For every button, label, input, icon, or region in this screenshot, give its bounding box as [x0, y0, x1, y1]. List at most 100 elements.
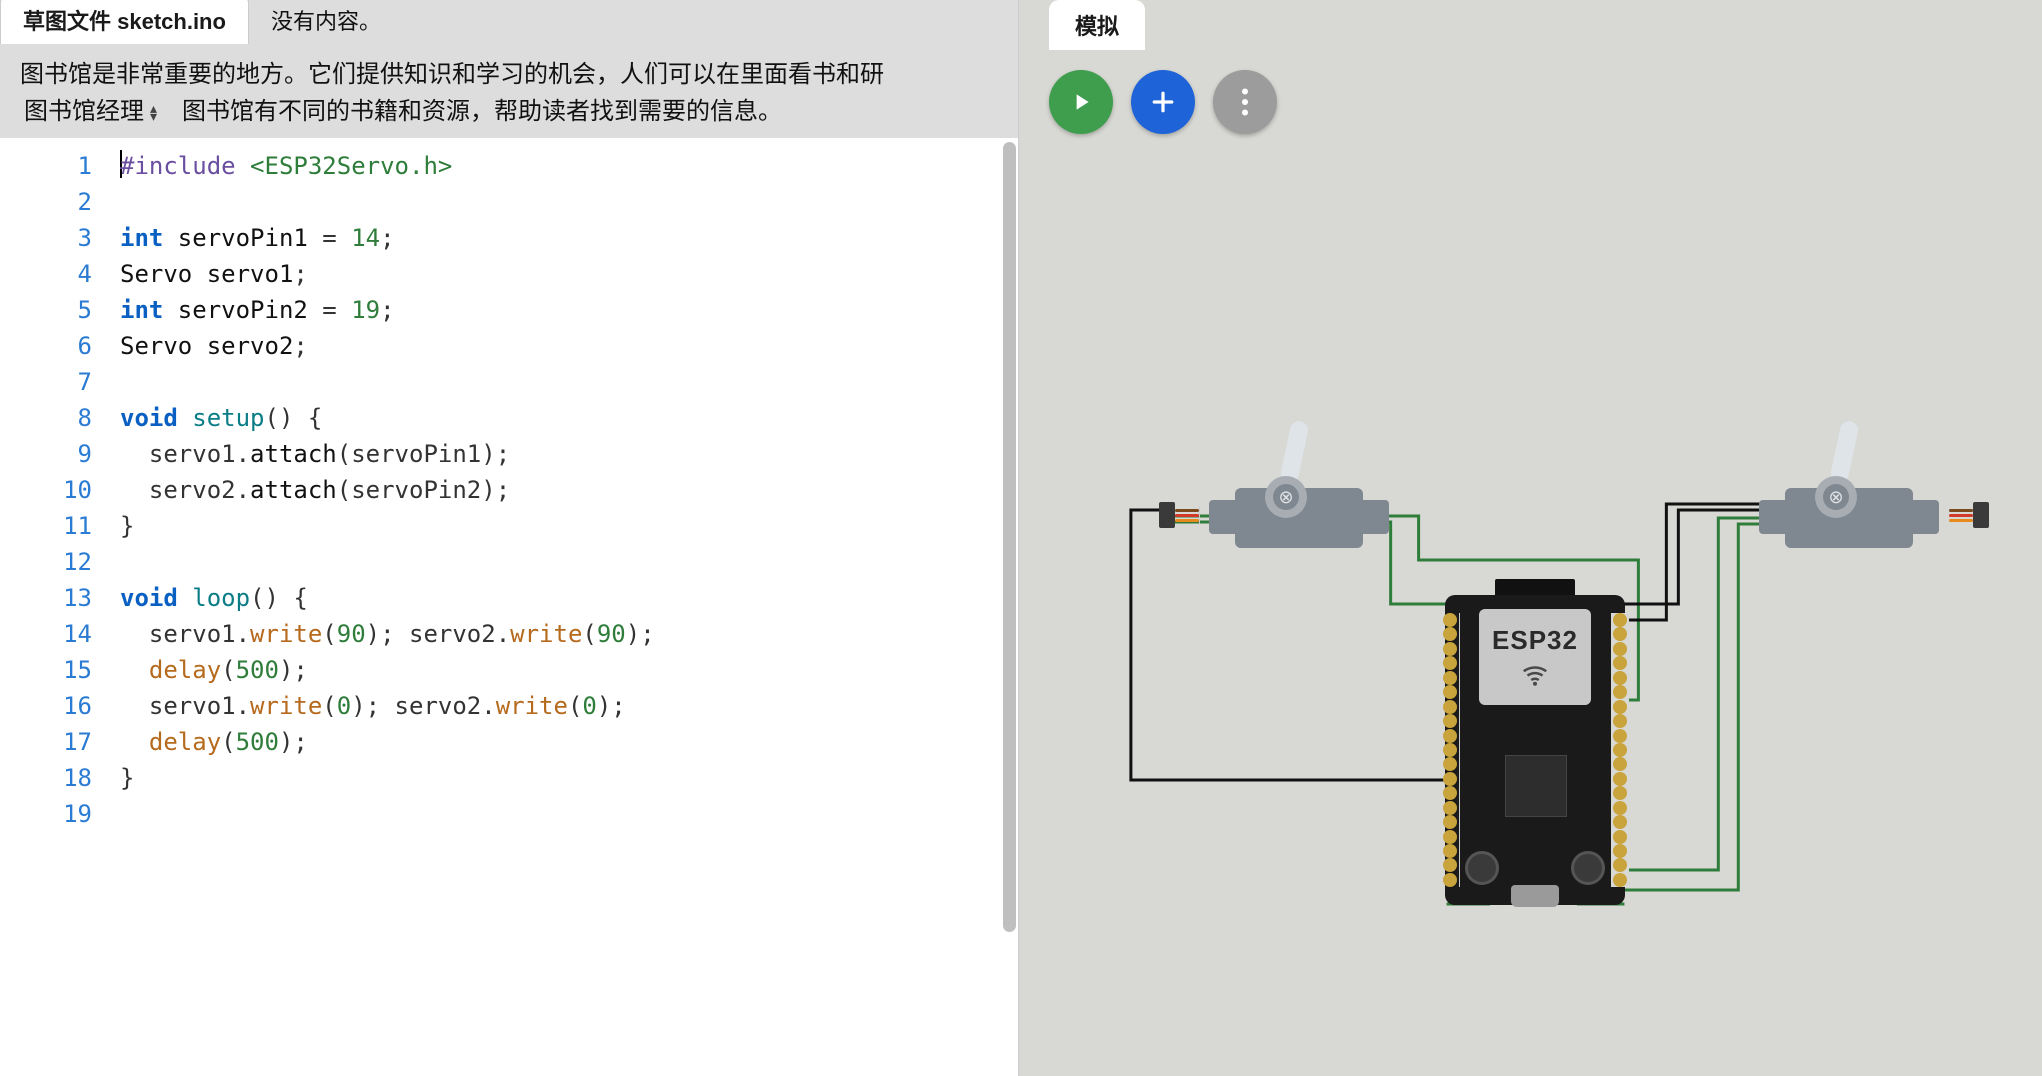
code-area[interactable]: #include <ESP32Servo.h> int servoPin1 = 1… [110, 138, 1018, 1076]
tab-sketch[interactable]: 草图文件 sketch.ino [0, 0, 249, 44]
tab-sketch-filename: sketch.ino [117, 9, 226, 34]
code-token: 500 [236, 728, 279, 756]
code-token: 0 [337, 692, 351, 720]
board-pin[interactable] [1443, 873, 1457, 887]
circuit-canvas[interactable]: ⊗ ⊗ [1019, 0, 2042, 1076]
line-number: 15 [0, 652, 92, 688]
board-pin[interactable] [1613, 700, 1627, 714]
code-line[interactable]: } [120, 760, 1018, 796]
board-pin[interactable] [1443, 627, 1457, 641]
board-pin[interactable] [1613, 757, 1627, 771]
servo-connector [1159, 506, 1200, 524]
board-pin[interactable] [1443, 815, 1457, 829]
board-pin[interactable] [1443, 786, 1457, 800]
code-line[interactable]: void setup() { [120, 400, 1018, 436]
code-line[interactable] [120, 544, 1018, 580]
board-pin[interactable] [1443, 642, 1457, 656]
code-token: = [322, 296, 351, 324]
board-pin[interactable] [1443, 671, 1457, 685]
code-token: } [120, 512, 134, 540]
esp32-chip [1505, 755, 1567, 817]
code-line[interactable]: void loop() { [120, 580, 1018, 616]
board-pin[interactable] [1613, 801, 1627, 815]
board-pin[interactable] [1443, 772, 1457, 786]
line-number: 4 [0, 256, 92, 292]
board-pin[interactable] [1613, 714, 1627, 728]
code-line[interactable]: int servoPin2 = 19; [120, 292, 1018, 328]
editor-scrollbar-thumb[interactable] [1003, 142, 1016, 932]
board-pin[interactable] [1443, 714, 1457, 728]
code-line[interactable]: Servo servo1; [120, 256, 1018, 292]
code-editor[interactable]: 12345678910111213141516171819 #include <… [0, 138, 1018, 1076]
board-pin[interactable] [1613, 685, 1627, 699]
code-token: () { [250, 584, 308, 612]
board-pin[interactable] [1613, 671, 1627, 685]
line-number: 6 [0, 328, 92, 364]
line-number: 8 [0, 400, 92, 436]
servo-connector [1949, 506, 1989, 524]
board-pin[interactable] [1613, 830, 1627, 844]
tab-sketch-prefix: 草图文件 [23, 9, 117, 34]
code-line[interactable] [120, 796, 1018, 832]
line-number: 9 [0, 436, 92, 472]
board-pin[interactable] [1443, 858, 1457, 872]
board-pin[interactable] [1443, 743, 1457, 757]
board-pin[interactable] [1443, 729, 1457, 743]
esp32-board[interactable]: ESP32 [1445, 595, 1625, 905]
board-pin[interactable] [1613, 656, 1627, 670]
board-pin[interactable] [1613, 642, 1627, 656]
code-line[interactable]: servo2.attach(servoPin2); [120, 472, 1018, 508]
code-line[interactable]: servo1.write(90); servo2.write(90); [120, 616, 1018, 652]
code-token: write [496, 692, 568, 720]
board-pin[interactable] [1613, 729, 1627, 743]
board-pin[interactable] [1613, 786, 1627, 800]
code-line[interactable]: } [120, 508, 1018, 544]
line-number: 2 [0, 184, 92, 220]
board-pin[interactable] [1613, 873, 1627, 887]
esp32-shield: ESP32 [1479, 609, 1591, 705]
code-line[interactable]: int servoPin1 = 14; [120, 220, 1018, 256]
board-pin[interactable] [1443, 685, 1457, 699]
code-token: 14 [351, 224, 380, 252]
simulator-pane[interactable]: 模拟 [1019, 0, 2042, 1076]
description-line1: 图书馆是非常重要的地方。它们提供知识和学习的机会，人们可以在里面看书和研 [20, 56, 998, 93]
servo-1[interactable]: ⊗ [1209, 470, 1389, 552]
board-pin[interactable] [1613, 743, 1627, 757]
board-pin[interactable] [1613, 772, 1627, 786]
code-line[interactable]: servo1.write(0); servo2.write(0); [120, 688, 1018, 724]
code-token: void [120, 404, 192, 432]
board-pin[interactable] [1443, 801, 1457, 815]
board-pin[interactable] [1613, 858, 1627, 872]
board-pin[interactable] [1613, 627, 1627, 641]
code-line[interactable]: Servo servo2; [120, 328, 1018, 364]
esp32-en-button[interactable] [1465, 851, 1499, 885]
esp32-usb-port [1511, 885, 1559, 907]
code-line[interactable]: servo1.attach(servoPin1); [120, 436, 1018, 472]
code-line[interactable]: #include <ESP32Servo.h> [120, 148, 1018, 184]
board-pin[interactable] [1613, 844, 1627, 858]
board-pin[interactable] [1443, 700, 1457, 714]
code-line[interactable]: delay(500); [120, 724, 1018, 760]
code-line[interactable]: delay(500); [120, 652, 1018, 688]
code-token: (servoPin1); [337, 440, 510, 468]
servo-mount-ear [1909, 500, 1939, 534]
board-pin[interactable] [1443, 830, 1457, 844]
servo-2[interactable]: ⊗ [1759, 470, 1939, 552]
code-token: ( [568, 692, 582, 720]
description-line2: 图书馆经理 ▴▾ 图书馆有不同的书籍和资源，帮助读者找到需要的信息。 [20, 93, 998, 130]
line-number: 3 [0, 220, 92, 256]
library-manager-select[interactable]: 图书馆经理 ▴▾ [20, 93, 178, 130]
board-pin[interactable] [1443, 656, 1457, 670]
board-pin[interactable] [1613, 815, 1627, 829]
description-line2-rest: 图书馆有不同的书籍和资源，帮助读者找到需要的信息。 [182, 93, 782, 130]
board-pin[interactable] [1443, 757, 1457, 771]
code-token: ( [221, 728, 235, 756]
esp32-boot-button[interactable] [1571, 851, 1605, 885]
board-pin[interactable] [1443, 613, 1457, 627]
code-line[interactable] [120, 184, 1018, 220]
board-pin[interactable] [1613, 613, 1627, 627]
code-line[interactable] [120, 364, 1018, 400]
board-pin[interactable] [1443, 844, 1457, 858]
line-number: 1 [0, 148, 92, 184]
code-token: 90 [337, 620, 366, 648]
